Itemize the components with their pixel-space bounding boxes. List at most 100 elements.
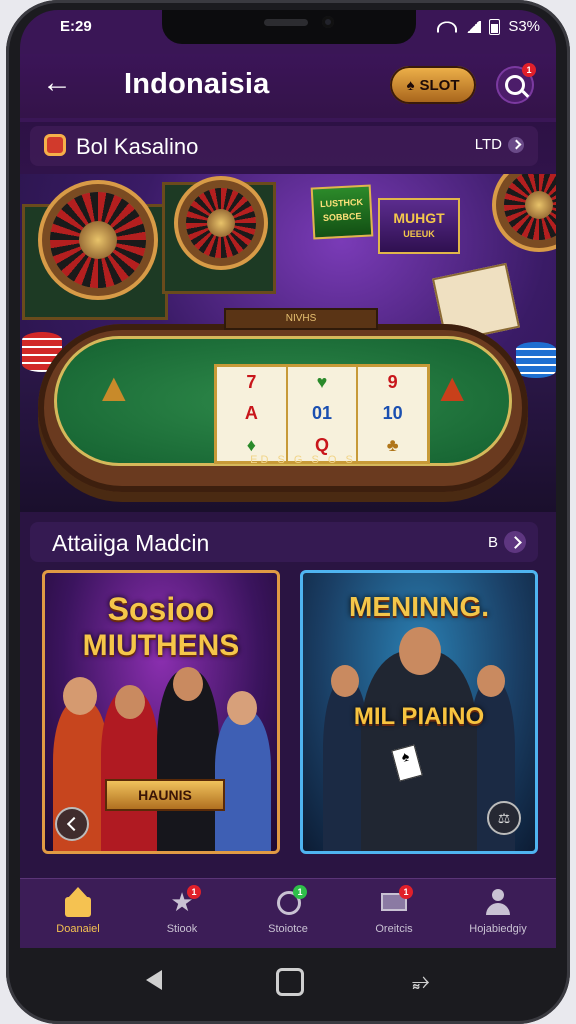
slot-button[interactable]: ♠ SLOT (390, 66, 476, 104)
search-badge: 1 (522, 63, 536, 77)
reel-symbol: ♦ (246, 434, 256, 455)
reel-symbol: Q (315, 434, 330, 455)
slot-reels: 7 A ♦ ♥ 01 Q 9 10 ♣ (214, 364, 430, 464)
games-title: Attaiiga Madcin (52, 530, 210, 556)
page-title: Indonaisia (124, 68, 270, 100)
nav-badge: 1 (187, 885, 201, 899)
back-arrow-icon[interactable]: ← (42, 68, 72, 98)
games-section: Attaiiga Madcin B Sosioo MIUTHENS HAUNIS… (20, 512, 556, 878)
games-more-label: B (487, 533, 498, 551)
slot-table: NIVHS 7 A ♦ ♥ 01 Q 9 10 ♣ ▲ ▲ ED S G S O… (38, 308, 528, 492)
reel-symbol: ♥ (316, 372, 328, 393)
nav-label-stiook: Stiook (166, 923, 198, 935)
chevron-left-icon (66, 816, 82, 832)
dragon-mascot-icon: ▲ (432, 366, 472, 410)
featured-casino-banner[interactable]: LUSTHCK SOBBCE MUHGT UEEUK NIVHS 7 A ♦ ♥… (20, 174, 556, 512)
chevron-right-icon (508, 136, 524, 153)
home-button-icon[interactable] (276, 968, 304, 996)
profile-icon (483, 887, 513, 917)
card-1-title-line1: Sosioo (107, 591, 215, 627)
games-more-link[interactable]: B (488, 531, 526, 553)
character-head (399, 627, 441, 675)
table-print: ED S G S O S (250, 454, 356, 466)
recents-icon[interactable]: ⥵ (412, 968, 430, 994)
nav-badge: 1 (399, 885, 413, 899)
fox-mascot-icon: ▲ (94, 366, 134, 410)
scale-icon: ⚖ (497, 809, 511, 826)
status-time: E:29 (60, 18, 92, 35)
character-head (331, 665, 359, 697)
game-logo-1: LUSTHCK SOBBCE (310, 184, 374, 240)
nav-label-home: Doanaiel (56, 923, 100, 935)
back-triangle-icon[interactable] (146, 970, 162, 990)
battery-icon (489, 18, 501, 35)
card-2-title-line2: MIL PIAINO (353, 703, 485, 730)
character-head (63, 677, 97, 715)
featured-more-link[interactable]: LTD (475, 136, 524, 153)
character-dealer (361, 651, 477, 851)
games-header: Attaiiga Madcin B (30, 522, 538, 562)
featured-header: Bol Kasalino LTD (30, 126, 538, 166)
featured-more-label: LTD (474, 136, 502, 153)
card-2-title-line1: MENINNG. (349, 591, 489, 622)
chevron-right-icon (504, 531, 526, 553)
featured-section: Bol Kasalino LTD LUSTHCK SOBBCE MUHGT UE… (20, 122, 556, 512)
table-sign: NIVHS (224, 308, 378, 330)
roulette-wheel-center (186, 188, 256, 258)
card-1-title-line2: MIUTHENS (82, 629, 240, 662)
nav-item-profile[interactable]: Hojabiedgiy (448, 887, 548, 935)
search-circle-icon: 1 (273, 885, 307, 917)
home-icon (63, 887, 93, 917)
character-head (115, 685, 145, 719)
bottom-navigation: Doanaiel ★ 1 Stiook 1 Stoiotce 1 Oreitci… (20, 878, 556, 948)
game-logo-1-text: LUSTHCK (319, 196, 364, 210)
character-head (477, 665, 505, 697)
battery-percent: S3% (508, 18, 540, 35)
reel-1: 7 A ♦ (217, 367, 288, 461)
card-1-prev-button[interactable] (55, 807, 89, 841)
reel-symbol: 10 (382, 403, 403, 424)
card-2-info-button[interactable]: ⚖ (487, 801, 521, 835)
slot-machine-icon: ♠ (406, 76, 415, 94)
casino-chip-icon (44, 134, 66, 156)
game-card-1[interactable]: Sosioo MIUTHENS HAUNIS (42, 570, 280, 854)
system-navigation-bar: ⥵ (20, 948, 556, 1014)
character-head (227, 691, 257, 725)
nav-badge: 1 (293, 885, 307, 899)
nav-item-home[interactable]: Doanaiel (28, 887, 128, 935)
character-head (173, 667, 203, 701)
reel-2: ♥ 01 Q (288, 367, 359, 461)
app-bar: ← Indonaisia ♠ SLOT 1 (20, 54, 556, 118)
table-felt: 7 A ♦ ♥ 01 Q 9 10 ♣ ▲ ▲ (54, 336, 512, 466)
roulette-wheel-left (50, 192, 146, 288)
game-logo-2: MUHGT UEEUK (378, 198, 460, 254)
poker-chips-right (516, 342, 556, 378)
game-logo-2-text: MUHGT (393, 210, 445, 226)
camera-notch (162, 10, 416, 44)
game-logo-1-subtext: SOBBCE (322, 210, 362, 223)
search-icon (505, 75, 525, 95)
screen: E:29 S3% ← Indonaisia ♠ SLOT 1 Bol Kasal… (20, 10, 556, 948)
reel-symbol: 7 (246, 372, 257, 393)
nav-label-stoiotce: Stoiotce (268, 923, 308, 935)
slot-button-label: SLOT (419, 76, 460, 94)
speaker-grille (264, 19, 308, 26)
nav-label-profile: Hojabiedgiy (469, 923, 527, 935)
card-1-ribbon: HAUNIS (105, 779, 225, 811)
nav-item-oreitcis[interactable]: 1 Oreitcis (344, 885, 444, 935)
signal-icon (465, 20, 482, 33)
featured-title: Bol Kasalino (76, 134, 199, 159)
nav-item-stoiotce[interactable]: 1 Stoiotce (238, 885, 338, 935)
mail-icon: 1 (379, 885, 413, 917)
reel-symbol: A (244, 403, 258, 424)
reel-3: 9 10 ♣ (358, 367, 427, 461)
game-card-2[interactable]: MENINNG. MIL PIAINO ♠ ⚖ (300, 570, 538, 854)
game-logo-2-subtext: UEEUK (403, 229, 435, 239)
nav-label-oreitcis: Oreitcis (375, 923, 413, 935)
reel-symbol: 01 (311, 403, 333, 424)
wheel-of-fortune-right (504, 174, 556, 240)
star-icon: ★ 1 (167, 885, 201, 917)
search-button[interactable]: 1 (496, 63, 536, 104)
reel-symbol: 9 (387, 372, 398, 393)
nav-item-stiook[interactable]: ★ 1 Stiook (132, 885, 232, 935)
